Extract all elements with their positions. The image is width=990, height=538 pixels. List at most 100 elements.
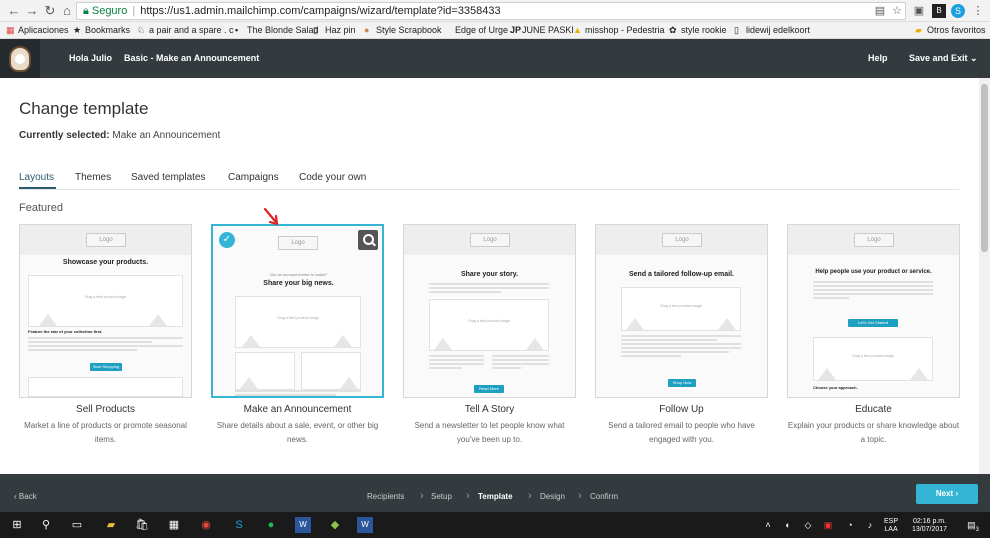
pdf-icon[interactable]: ▣	[820, 517, 836, 533]
file-explorer-icon[interactable]: ▰	[103, 517, 119, 533]
bookmark-pair-spare[interactable]: ♘ a pair and a spare . c	[137, 24, 234, 37]
mailchimp-logo[interactable]	[0, 39, 40, 78]
step-template[interactable]: Template	[478, 492, 513, 501]
step-design[interactable]: Design	[540, 492, 565, 501]
address-bar[interactable]: 🔒︎ Seguro | https://us1.admin.mailchimp.com…	[76, 2, 906, 20]
page-scrollbar[interactable]	[979, 78, 990, 474]
template-card-tell-story[interactable]: Logo Share your story. Drag a feed produ…	[403, 224, 576, 398]
spotify-icon[interactable]: ●	[263, 517, 279, 533]
tab-layouts[interactable]: Layouts	[19, 172, 54, 183]
volume-icon[interactable]: ♪	[862, 517, 878, 533]
preview-button: Read More	[474, 385, 504, 393]
tab-themes[interactable]: Themes	[75, 172, 111, 183]
card-desc-educate: Explain your products or share knowledge…	[787, 421, 960, 444]
next-button[interactable]: Next ›	[916, 484, 978, 504]
reload-icon[interactable]: ↻	[42, 3, 58, 19]
step-confirm[interactable]: Confirm	[590, 492, 618, 501]
back-button[interactable]: ‹ Back	[14, 492, 37, 501]
skype-icon[interactable]: S	[231, 517, 247, 533]
preview-image-placeholder-2	[28, 377, 183, 397]
step-recipients[interactable]: Recipients	[367, 492, 404, 501]
scroll-thumb[interactable]	[981, 84, 988, 252]
preview-image-right	[301, 352, 361, 390]
preview-headline: Showcase your products.	[62, 259, 149, 266]
template-card-make-announcement[interactable]: Logo Got an announcement to make? Share …	[211, 224, 384, 398]
bookmark-bookmarks[interactable]: ★ Bookmarks	[73, 24, 130, 37]
template-card-educate[interactable]: Logo Help people use your product or ser…	[787, 224, 960, 398]
tray-app-icon[interactable]: ◐	[780, 517, 796, 533]
chrome-icon[interactable]: ◉	[198, 517, 214, 533]
forward-arrow-icon[interactable]: →	[24, 3, 40, 19]
chevron-left-icon: ‹	[14, 492, 17, 501]
preview-image-placeholder: Drag a feed product image	[235, 296, 361, 348]
bookmark-june-paski[interactable]: JPJUNE PASKI	[510, 24, 574, 37]
card-title-follow-up: Follow Up	[659, 404, 704, 415]
bookmark-style-scrapbook[interactable]: ● Style Scrapbook	[364, 24, 442, 37]
task-view-icon[interactable]: ▭	[69, 517, 85, 533]
bookmark-lidewij[interactable]: ▯ lidewij edelkoort	[734, 24, 810, 37]
help-link[interactable]: Help	[868, 53, 888, 63]
bookmark-style-rookie[interactable]: ✿ style rookie	[669, 24, 727, 37]
chevron-up-icon[interactable]: ˄	[760, 517, 776, 533]
tabs-divider	[19, 189, 959, 190]
preview-logo: Logo	[86, 233, 126, 247]
star-icon[interactable]: ☆	[890, 4, 904, 18]
card-title-make-announcement: Make an Announcement	[243, 404, 352, 415]
skype-extension-icon[interactable]: S	[951, 4, 965, 18]
windows-start-icon[interactable]: ⊞	[9, 517, 25, 533]
bookmark-misshop[interactable]: ▲ misshop - Pedestria	[573, 24, 665, 37]
template-card-follow-up[interactable]: Logo Send a tailored follow-up email. Dr…	[595, 224, 768, 398]
step-setup[interactable]: Setup	[431, 492, 452, 501]
section-heading: Featured	[19, 202, 64, 214]
clock[interactable]: 02:16 p.m. 13/07/2017	[912, 518, 947, 534]
card-desc-make-announcement: Share details about a sale, event, or ot…	[216, 421, 379, 444]
card-title-sell-products: Sell Products	[76, 404, 135, 415]
preview-button: Let's Get Started	[848, 319, 898, 327]
preview-image-placeholder: Drag a feed product image	[429, 299, 549, 351]
preview-image-placeholder: Drag a feed product image	[621, 287, 741, 331]
word-icon-2[interactable]: W	[357, 517, 373, 533]
menu-icon[interactable]: ⋮	[971, 4, 985, 18]
tab-code-your-own[interactable]: Code your own	[299, 172, 366, 183]
bookmark-blonde-salad[interactable]: ▪ The Blonde Salad	[235, 24, 319, 37]
word-icon[interactable]: W	[295, 517, 311, 533]
greeting[interactable]: Hola Julio	[69, 53, 112, 63]
dropbox-icon[interactable]: ◇	[800, 517, 816, 533]
wizard-footer: ‹ Back Recipients › Setup › Template › D…	[0, 474, 990, 512]
bookmark-apps[interactable]: ▦ Aplicaciones	[6, 24, 69, 37]
preview-subhead: Choose your approach.	[813, 385, 858, 390]
back-arrow-icon[interactable]: ←	[6, 3, 22, 19]
chevron-right-icon: ›	[955, 489, 959, 498]
save-exit-button[interactable]: Save and Exit ⌄	[909, 53, 978, 64]
bookmarks-bar: ▦ Aplicaciones ★ Bookmarks ♘ a pair and a s…	[0, 22, 990, 39]
app-leaf-icon[interactable]: ◆	[327, 517, 343, 533]
campaign-name[interactable]: Basic - Make an Announcement	[124, 53, 259, 63]
page-title: Change template	[19, 99, 149, 118]
bplus-extension-icon[interactable]: B	[932, 4, 946, 18]
preview-headline: Send a tailored follow-up email.	[628, 271, 734, 278]
freddie-icon	[9, 46, 31, 72]
preview-button: Shop Now	[668, 379, 696, 387]
preview-text-lines	[621, 335, 741, 359]
wifi-icon[interactable]: ◔	[842, 517, 858, 533]
tab-campaigns[interactable]: Campaigns	[228, 172, 279, 183]
language-indicator[interactable]: ESP LAA	[884, 518, 898, 534]
zoom-preview-icon[interactable]	[358, 230, 378, 250]
store-icon[interactable]: 🛍︎	[134, 517, 150, 533]
template-card-sell-products[interactable]: Logo Showcase your products. Drag a feed…	[19, 224, 192, 398]
home-icon[interactable]: ⌂	[59, 3, 75, 19]
selected-check-icon: ✓	[219, 232, 235, 248]
translate-icon[interactable]: ▤	[873, 4, 887, 18]
calculator-icon[interactable]: ▦	[166, 517, 182, 533]
secure-label: Seguro	[91, 5, 128, 17]
search-icon[interactable]: ⚲	[38, 517, 54, 533]
preview-image-placeholder: Drag a feed product image	[28, 275, 183, 327]
chevron-right-icon: ›	[466, 490, 470, 502]
bookmark-otros-favoritos[interactable]: ▰ Otros favoritos	[915, 24, 986, 37]
extension-icon[interactable]: ▣	[912, 4, 926, 18]
bookmark-edge-of-urge[interactable]: Edge of Urge	[455, 24, 508, 37]
bookmark-haz-pin[interactable]: ▯ Haz pin	[313, 24, 356, 37]
tab-saved-templates[interactable]: Saved templates	[131, 172, 206, 183]
notifications-icon[interactable]: ▤3	[965, 517, 981, 533]
annotation-arrow-icon	[263, 207, 279, 226]
